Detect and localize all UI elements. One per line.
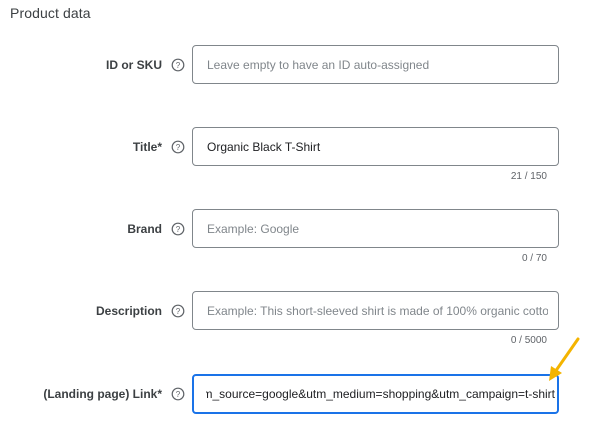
help-icon[interactable]: ?: [171, 387, 185, 401]
description-placeholder: Example: This short-sleeved shirt is mad…: [207, 303, 548, 318]
landing-page-link-value: t?utm_source=google&utm_medium=shopping&…: [206, 387, 555, 401]
landing-page-link-input[interactable]: t?utm_source=google&utm_medium=shopping&…: [192, 374, 559, 414]
svg-text:?: ?: [176, 143, 181, 152]
brand-char-counter: 0 / 70: [521, 253, 547, 264]
pointer-arrow-icon: [549, 337, 580, 381]
svg-text:?: ?: [176, 61, 181, 70]
svg-text:?: ?: [176, 225, 181, 234]
landing-page-link-label: (Landing page) Link*: [43, 387, 162, 401]
title-value: Organic Black T-Shirt: [207, 139, 321, 154]
svg-text:?: ?: [176, 307, 181, 316]
id-sku-input[interactable]: Leave empty to have an ID auto-assigned: [192, 45, 559, 84]
brand-label: Brand: [127, 222, 162, 236]
section-title: Product data: [10, 5, 91, 21]
help-icon[interactable]: ?: [171, 222, 185, 236]
help-icon[interactable]: ?: [171, 58, 185, 72]
brand-placeholder: Example: Google: [207, 221, 300, 236]
title-label: Title*: [132, 140, 162, 154]
id-sku-label: ID or SKU: [105, 58, 162, 72]
help-icon[interactable]: ?: [171, 304, 185, 318]
svg-text:?: ?: [176, 390, 181, 399]
description-label: Description: [95, 304, 162, 318]
description-input[interactable]: Example: This short-sleeved shirt is mad…: [192, 291, 559, 330]
landing-page-link-value-wrap: t?utm_source=google&utm_medium=shopping&…: [206, 376, 555, 412]
brand-input[interactable]: Example: Google: [192, 209, 559, 248]
id-sku-placeholder: Leave empty to have an ID auto-assigned: [207, 57, 430, 72]
help-icon[interactable]: ?: [171, 140, 185, 154]
title-input[interactable]: Organic Black T-Shirt: [192, 127, 559, 166]
title-char-counter: 21 / 150: [510, 171, 547, 182]
